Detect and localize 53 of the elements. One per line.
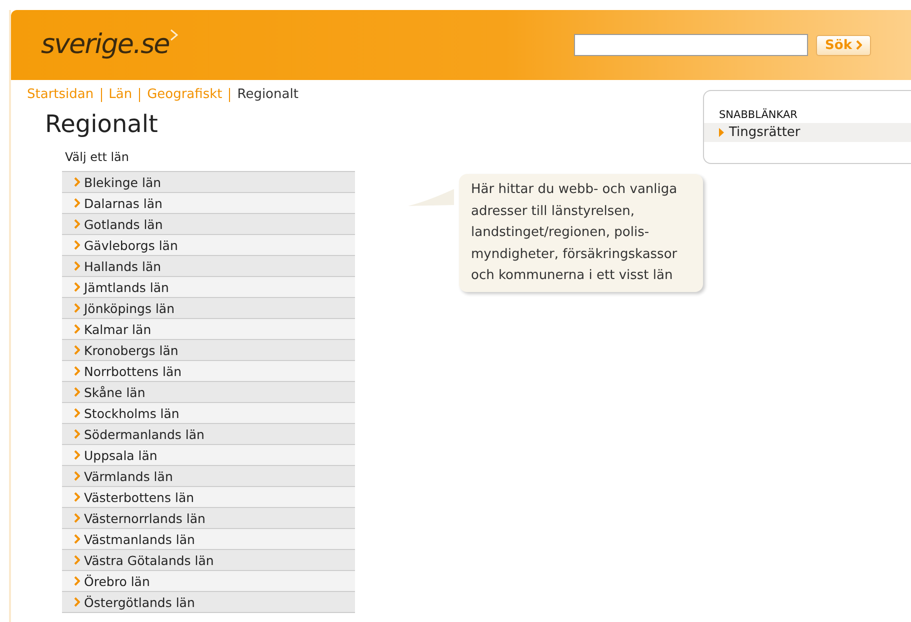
chevron-icon xyxy=(74,240,80,250)
county-link[interactable]: Kalmar län xyxy=(62,319,355,340)
county-link[interactable]: Gävleborgs län xyxy=(62,235,355,256)
county-link[interactable]: Jönköpings län xyxy=(62,298,355,319)
chevron-icon xyxy=(74,198,80,208)
chevron-icon xyxy=(74,177,80,187)
county-link[interactable]: Södermanlands län xyxy=(62,424,355,445)
list-label: Välj ett län xyxy=(65,150,130,164)
county-link[interactable]: Jämtlands län xyxy=(62,277,355,298)
county-link[interactable]: Västernorrlands län xyxy=(62,508,355,529)
chevron-icon xyxy=(74,366,80,376)
page-title: Regionalt xyxy=(45,110,159,138)
chevron-icon xyxy=(74,429,80,439)
county-link[interactable]: Skåne län xyxy=(62,382,355,403)
quick-link[interactable]: Tingsrätter xyxy=(704,123,911,142)
county-link[interactable]: Västra Götalands län xyxy=(62,550,355,571)
county-link[interactable]: Dalarnas län xyxy=(62,193,355,214)
chevron-icon xyxy=(74,513,80,523)
chevron-icon xyxy=(74,555,80,565)
triangle-icon xyxy=(719,128,724,137)
county-link[interactable]: Hallands län xyxy=(62,256,355,277)
county-link[interactable]: Uppsala län xyxy=(62,445,355,466)
chevron-icon xyxy=(74,345,80,355)
county-link[interactable]: Värmlands län xyxy=(62,466,355,487)
county-link[interactable]: Blekinge län xyxy=(62,172,355,193)
chevron-icon xyxy=(74,387,80,397)
chevron-icon xyxy=(74,450,80,460)
county-link[interactable]: Västmanlands län xyxy=(62,529,355,550)
county-link[interactable]: Östergötlands län xyxy=(62,592,355,613)
county-link[interactable]: Norrbottens län xyxy=(62,361,355,382)
county-link[interactable]: Gotlands län xyxy=(62,214,355,235)
chevron-icon xyxy=(74,534,80,544)
chevron-icon xyxy=(74,492,80,502)
chevron-icon xyxy=(74,324,80,334)
chevron-icon xyxy=(74,597,80,607)
section-heading: SNABBLÄNKAR xyxy=(719,109,798,121)
county-link[interactable]: Västerbottens län xyxy=(62,487,355,508)
chevron-icon xyxy=(74,282,80,292)
chevron-icon xyxy=(74,408,80,418)
info-bubble: Här hittar du webb- och vanliga adresser till länstyrelsen, landstinget/regionen, polis-myndigheter, försäkringskassor och kommunerna i ett visst län xyxy=(459,174,703,292)
county-link[interactable]: Örebro län xyxy=(62,571,355,592)
bubble-pointer xyxy=(408,189,454,209)
county-link[interactable]: Kronobergs län xyxy=(62,340,355,361)
chevron-icon xyxy=(74,219,80,229)
search-field[interactable] xyxy=(574,34,808,56)
chevron-icon xyxy=(74,576,80,586)
chevron-icon xyxy=(856,40,862,50)
current-page: Regionalt xyxy=(237,87,298,102)
chevron-icon xyxy=(74,471,80,481)
chevron-icon xyxy=(74,303,80,313)
site-logo[interactable]: sverige.se xyxy=(41,28,180,62)
chevron-icon xyxy=(74,261,80,271)
county-link[interactable]: Stockholms län xyxy=(62,403,355,424)
